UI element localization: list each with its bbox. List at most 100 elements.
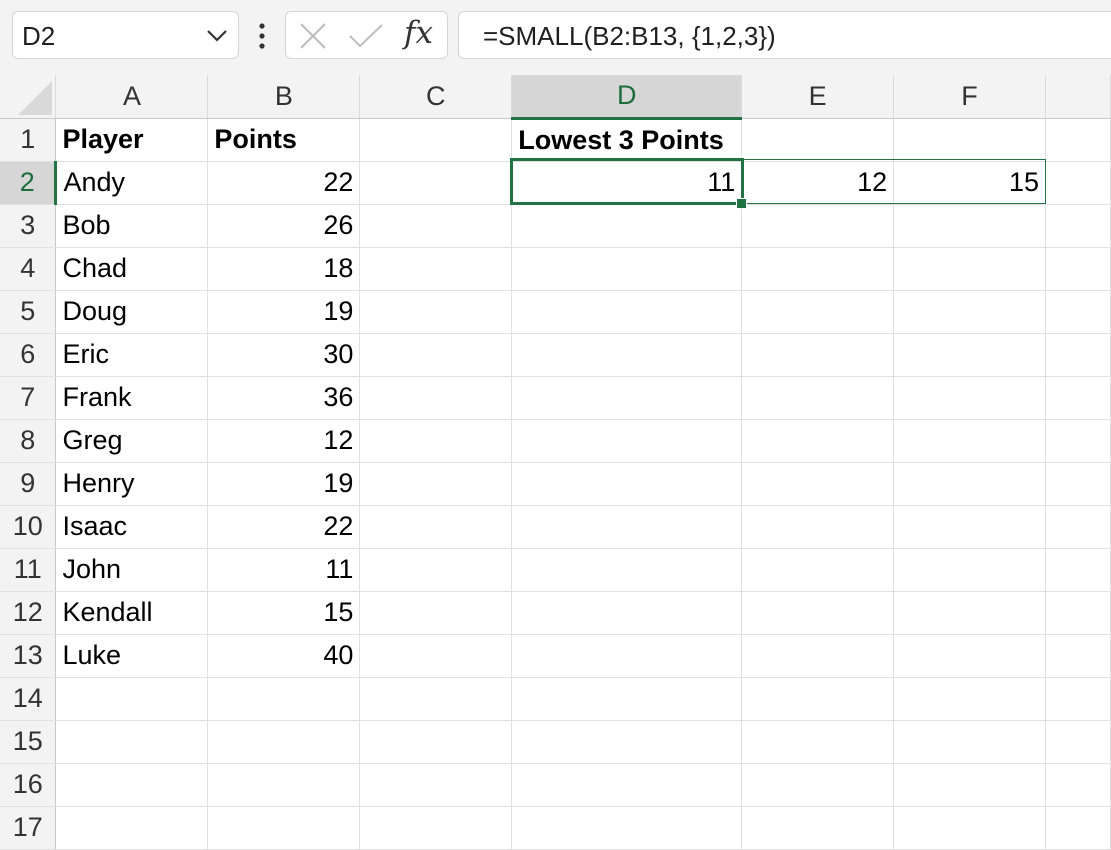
cell-f15[interactable] bbox=[893, 720, 1046, 764]
cell-g17[interactable] bbox=[1045, 806, 1111, 850]
cell-e8[interactable] bbox=[741, 419, 895, 463]
cell-c5[interactable] bbox=[359, 290, 513, 334]
column-header-d[interactable]: D bbox=[511, 75, 743, 120]
cell-f13[interactable] bbox=[893, 634, 1046, 678]
cell-b14[interactable] bbox=[207, 677, 361, 721]
cell-d1[interactable]: Lowest 3 Points bbox=[511, 118, 743, 162]
cell-g5[interactable] bbox=[1045, 290, 1111, 334]
cell-c7[interactable] bbox=[359, 376, 513, 420]
cell-g12[interactable] bbox=[1045, 591, 1111, 635]
cell-g11[interactable] bbox=[1045, 548, 1111, 592]
cell-c13[interactable] bbox=[359, 634, 513, 678]
cell-g13[interactable] bbox=[1045, 634, 1111, 678]
cell-a17[interactable] bbox=[55, 806, 209, 850]
row-header[interactable]: 17 bbox=[0, 806, 57, 850]
cancel-x-icon[interactable] bbox=[298, 21, 328, 51]
cell-g9[interactable] bbox=[1045, 462, 1111, 506]
column-header-b[interactable]: B bbox=[207, 75, 361, 119]
cell-e3[interactable] bbox=[741, 204, 895, 248]
formula-text[interactable]: =SMALL(B2:B13, {1,2,3}) bbox=[483, 21, 776, 52]
cell-e16[interactable] bbox=[741, 763, 895, 807]
cell-b16[interactable] bbox=[207, 763, 361, 807]
cell-b17[interactable] bbox=[207, 806, 361, 850]
cell-a8[interactable]: Greg bbox=[55, 419, 209, 463]
cell-b3[interactable]: 26 bbox=[207, 204, 361, 248]
cell-c17[interactable] bbox=[359, 806, 513, 850]
row-header[interactable]: 1 bbox=[0, 118, 57, 162]
row-header[interactable]: 12 bbox=[0, 591, 57, 635]
cell-f2[interactable]: 15 bbox=[893, 161, 1046, 205]
cell-f16[interactable] bbox=[893, 763, 1046, 807]
row-header[interactable]: 3 bbox=[0, 204, 57, 248]
vertical-dots-icon[interactable] bbox=[254, 22, 270, 50]
row-header[interactable]: 7 bbox=[0, 376, 57, 420]
row-header[interactable]: 4 bbox=[0, 247, 57, 291]
cell-g2[interactable] bbox=[1045, 161, 1111, 205]
cell-a1[interactable]: Player bbox=[55, 118, 209, 162]
cell-b9[interactable]: 19 bbox=[207, 462, 361, 506]
cell-d8[interactable] bbox=[511, 419, 743, 463]
row-header[interactable]: 16 bbox=[0, 763, 57, 807]
cell-a5[interactable]: Doug bbox=[55, 290, 209, 334]
row-header[interactable]: 5 bbox=[0, 290, 57, 334]
cell-a10[interactable]: Isaac bbox=[55, 505, 209, 549]
cell-d13[interactable] bbox=[511, 634, 743, 678]
cell-a7[interactable]: Frank bbox=[55, 376, 209, 420]
cell-d6[interactable] bbox=[511, 333, 743, 377]
checkmark-icon[interactable] bbox=[348, 23, 384, 49]
cell-a16[interactable] bbox=[55, 763, 209, 807]
cell-d4[interactable] bbox=[511, 247, 743, 291]
cell-g4[interactable] bbox=[1045, 247, 1111, 291]
cell-c11[interactable] bbox=[359, 548, 513, 592]
cell-e9[interactable] bbox=[741, 462, 895, 506]
fx-icon[interactable]: fx bbox=[404, 15, 433, 51]
cell-c16[interactable] bbox=[359, 763, 513, 807]
column-header-a[interactable]: A bbox=[55, 75, 209, 119]
cell-d5[interactable] bbox=[511, 290, 743, 334]
cell-b10[interactable]: 22 bbox=[207, 505, 361, 549]
cell-c15[interactable] bbox=[359, 720, 513, 764]
cell-g3[interactable] bbox=[1045, 204, 1111, 248]
cell-b13[interactable]: 40 bbox=[207, 634, 361, 678]
cell-d15[interactable] bbox=[511, 720, 743, 764]
cell-c9[interactable] bbox=[359, 462, 513, 506]
cell-d3[interactable] bbox=[511, 204, 743, 248]
cell-c4[interactable] bbox=[359, 247, 513, 291]
cell-b2[interactable]: 22 bbox=[207, 161, 361, 205]
cell-c1[interactable] bbox=[359, 118, 513, 162]
cell-g1[interactable] bbox=[1045, 118, 1111, 162]
cell-e6[interactable] bbox=[741, 333, 895, 377]
cell-c2[interactable] bbox=[359, 161, 513, 205]
column-header-e[interactable]: E bbox=[741, 75, 895, 119]
cell-c8[interactable] bbox=[359, 419, 513, 463]
cell-d12[interactable] bbox=[511, 591, 743, 635]
cell-g15[interactable] bbox=[1045, 720, 1111, 764]
cell-f3[interactable] bbox=[893, 204, 1046, 248]
cell-d16[interactable] bbox=[511, 763, 743, 807]
row-header[interactable]: 13 bbox=[0, 634, 57, 678]
column-header-g[interactable] bbox=[1045, 75, 1111, 119]
cell-f8[interactable] bbox=[893, 419, 1046, 463]
cell-b6[interactable]: 30 bbox=[207, 333, 361, 377]
cell-a14[interactable] bbox=[55, 677, 209, 721]
cell-b8[interactable]: 12 bbox=[207, 419, 361, 463]
cell-c3[interactable] bbox=[359, 204, 513, 248]
row-header[interactable]: 10 bbox=[0, 505, 57, 549]
cell-d2[interactable]: 11 bbox=[511, 161, 743, 205]
formula-input[interactable]: =SMALL(B2:B13, {1,2,3}) bbox=[458, 11, 1111, 59]
cell-a12[interactable]: Kendall bbox=[55, 591, 209, 635]
cell-f9[interactable] bbox=[893, 462, 1046, 506]
select-all-corner[interactable] bbox=[0, 75, 57, 119]
cell-e2[interactable]: 12 bbox=[741, 161, 895, 205]
cell-b15[interactable] bbox=[207, 720, 361, 764]
cell-b7[interactable]: 36 bbox=[207, 376, 361, 420]
cell-e12[interactable] bbox=[741, 591, 895, 635]
cell-g16[interactable] bbox=[1045, 763, 1111, 807]
cell-f7[interactable] bbox=[893, 376, 1046, 420]
cell-d17[interactable] bbox=[511, 806, 743, 850]
cell-d7[interactable] bbox=[511, 376, 743, 420]
cell-f11[interactable] bbox=[893, 548, 1046, 592]
cell-g8[interactable] bbox=[1045, 419, 1111, 463]
cell-b5[interactable]: 19 bbox=[207, 290, 361, 334]
row-header[interactable]: 14 bbox=[0, 677, 57, 721]
